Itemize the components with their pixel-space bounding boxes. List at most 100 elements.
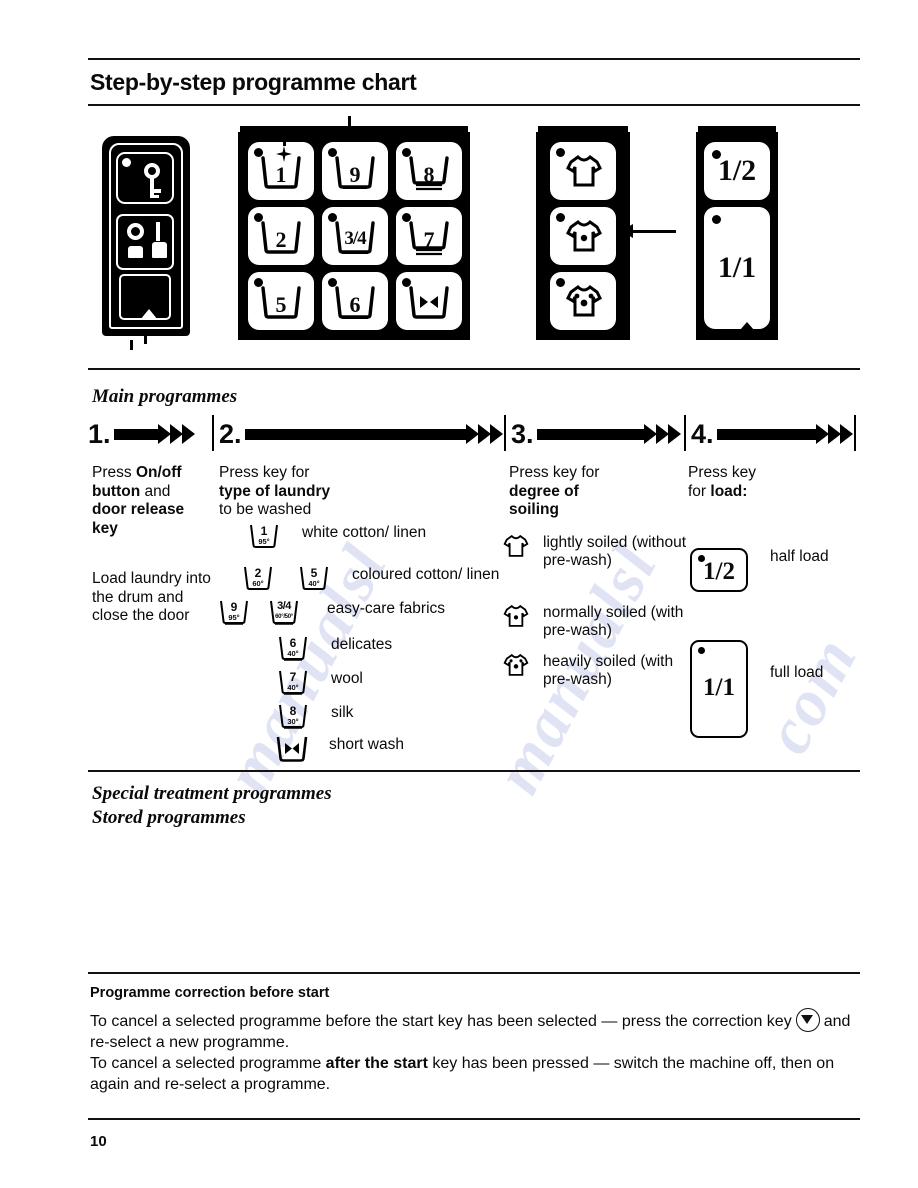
laundry-label: short wash xyxy=(329,736,404,753)
tub-number: 9 xyxy=(230,600,238,614)
soiling-row-heavy: heavily soiled (with pre-wash) xyxy=(503,653,703,689)
wash-tub-icon: 5 40° xyxy=(299,566,329,592)
control-panel-illustration: 1 9 8 2 3/4 7 5 6 1/2 1/1 xyxy=(88,116,868,352)
tub-temperature: 95° xyxy=(258,537,270,546)
door-release-key[interactable] xyxy=(116,152,174,204)
step-number: 3. xyxy=(511,418,534,449)
step4-text-for: for xyxy=(688,482,711,500)
step-number: 4. xyxy=(691,418,714,449)
step3-text-a: Press key for xyxy=(509,464,600,481)
shirt-2-dots-icon xyxy=(503,653,529,677)
correction-text-2a: To cancel a selected programme xyxy=(90,1055,326,1072)
laundry-key-7[interactable]: 7 xyxy=(396,207,462,265)
stored-programmes-line: Stored programmes xyxy=(92,807,246,828)
pointer-stem xyxy=(130,340,133,350)
section-rule xyxy=(88,972,860,974)
correction-key-icon xyxy=(795,1008,820,1032)
soiling-key-normal[interactable] xyxy=(550,207,616,265)
wash-tub-icon: 9 xyxy=(334,155,376,189)
wash-tub-icon: 6 40° xyxy=(278,636,308,662)
title-rule xyxy=(88,104,860,106)
wash-tub-icon: 3/4 xyxy=(334,220,376,254)
tub-number: 1 xyxy=(260,524,268,538)
tub-temperature: 40° xyxy=(287,649,299,658)
door-open-button[interactable] xyxy=(119,274,171,320)
step2-text-a: Press key for xyxy=(219,464,310,481)
load-key-half[interactable]: 1/2 xyxy=(704,142,770,200)
footer-rule xyxy=(88,1118,860,1120)
correction-text-2b: after the start xyxy=(325,1055,428,1072)
shirt-1-dot-icon xyxy=(503,604,529,628)
step3-text-b: degree of xyxy=(509,482,579,500)
wash-tub-icon: 2 60° xyxy=(243,566,273,592)
step-2: 2. xyxy=(219,416,503,452)
wash-tub-icon: 2 xyxy=(260,220,302,254)
power-off-key-icon xyxy=(128,246,143,258)
soiling-key-block xyxy=(536,132,676,340)
header-rule xyxy=(88,58,860,60)
tub-temperature: 40° xyxy=(287,683,299,692)
laundry-key-34[interactable]: 3/4 xyxy=(322,207,388,265)
page-number: 10 xyxy=(90,1133,107,1150)
step1-instruction-2: Load laundry into the drum and close the… xyxy=(92,570,211,624)
arrow-graphic xyxy=(536,424,681,444)
laundry-key-number: 3/4 xyxy=(344,228,366,249)
correction-paragraph-1: To cancel a selected programme before th… xyxy=(90,1008,870,1053)
laundry-label: silk xyxy=(331,704,354,721)
step1-instruction: Press On/off button and door release key xyxy=(92,464,212,538)
laundry-label: white cotton/ linen xyxy=(302,524,427,541)
wash-tub-icon: 7 40° xyxy=(278,670,308,696)
programme-correction-block: Programme correction before start To can… xyxy=(90,985,870,1095)
laundry-row-1: 1 95° white cotton/ linen xyxy=(249,524,472,550)
tub-number: 7 xyxy=(289,670,297,684)
step1-text-key: key xyxy=(92,519,118,537)
laundry-row-6: 8 30° silk xyxy=(278,704,353,730)
step1-text-press: Press xyxy=(92,464,136,481)
short-wash-icon xyxy=(276,736,308,764)
special-programmes-heading: Special treatment programmes Stored prog… xyxy=(92,782,332,830)
laundry-key-short-wash[interactable] xyxy=(396,272,462,330)
arrow-graphic xyxy=(716,424,853,444)
pointer-stem xyxy=(348,116,351,128)
soiling-key-heavy[interactable] xyxy=(550,272,616,330)
load-symbol-half: 1/2 xyxy=(690,548,748,592)
step-arrow-row: 1. 2. 3. 4. xyxy=(88,415,860,452)
laundry-key-1[interactable]: 1 xyxy=(248,132,314,200)
laundry-key-5[interactable]: 5 xyxy=(248,272,314,330)
pointer-stem xyxy=(144,332,147,344)
laundry-row-5: 7 40° wool xyxy=(278,670,363,696)
step1-text-doorrelease: door release xyxy=(92,501,185,518)
control-block-onoff-door xyxy=(102,136,190,336)
tub-number: 3/4 xyxy=(277,600,291,612)
wash-tub-icon: 3/4 60°/50° xyxy=(269,600,299,626)
laundry-key-2[interactable]: 2 xyxy=(248,207,314,265)
load-key-fraction: 1/2 xyxy=(717,154,757,187)
wash-tub-icon: 9 95° xyxy=(219,600,249,626)
wash-tub-icon: 8 30° xyxy=(278,704,308,730)
tub-number: 6 xyxy=(289,636,297,650)
step1-text-and: and xyxy=(140,482,171,500)
load-key-full[interactable]: 1/1 xyxy=(704,207,770,330)
correction-heading: Programme correction before start xyxy=(90,985,330,1001)
shirt-1-dot-icon xyxy=(566,218,602,254)
tub-temperature: 60° xyxy=(252,579,264,588)
laundry-key-8[interactable]: 8 xyxy=(396,142,462,200)
column-step-4: Press key for load: xyxy=(688,464,848,501)
tub-temperature: 40° xyxy=(308,579,320,588)
step3-text-c: soiling xyxy=(509,501,559,518)
step4-text-a: Press key xyxy=(688,464,757,481)
tub-temperature: 30° xyxy=(287,717,299,726)
laundry-key-number: 6 xyxy=(349,292,361,317)
soiling-key-light[interactable] xyxy=(550,142,616,200)
onoff-button[interactable] xyxy=(116,214,174,270)
load-row-half: 1/2 half load xyxy=(690,548,860,592)
laundry-key-9[interactable]: 9 xyxy=(322,142,388,200)
soiling-label: normally soiled (with pre-wash) xyxy=(543,604,684,639)
main-programmes-heading: Main programmes xyxy=(92,386,238,407)
step-number: 1. xyxy=(88,418,111,449)
correction-text-1a: To cancel a selected programme before th… xyxy=(90,1013,792,1030)
arrow-graphic xyxy=(113,424,195,444)
door-release-icon xyxy=(140,309,158,320)
laundry-key-6[interactable]: 6 xyxy=(322,272,388,330)
short-wash-tub-icon xyxy=(408,285,450,319)
